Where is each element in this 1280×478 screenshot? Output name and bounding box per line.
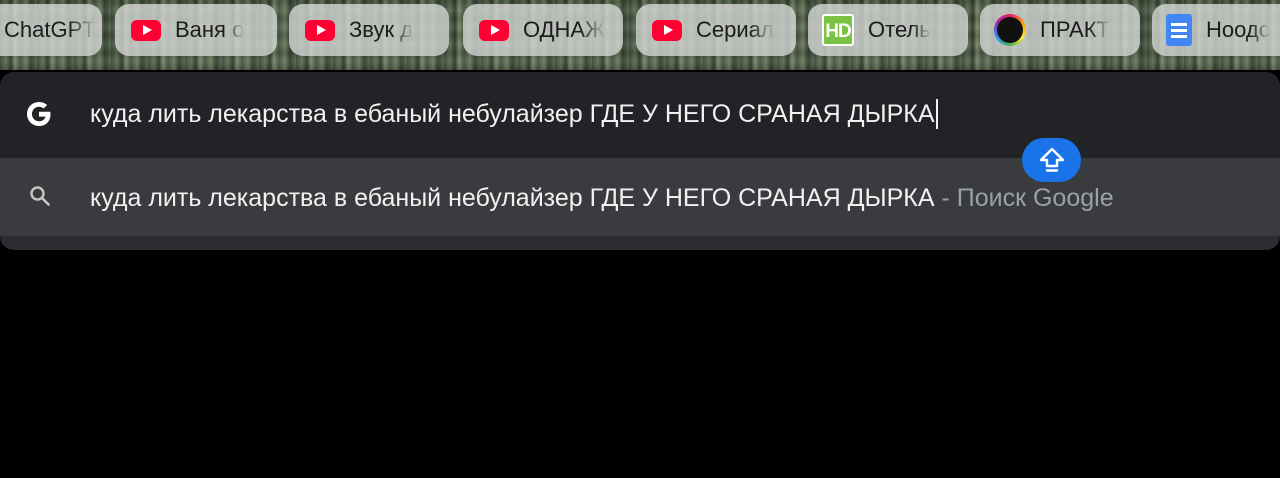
omnibox-input-row[interactable]: куда лить лекарства в ебаный небулайзер … [0,72,1280,159]
omnibox-input-value: куда лить лекарства в ебаный небулайзер … [90,100,935,128]
bookmark-praktika[interactable]: ПРАКТ [980,4,1140,56]
suggestion-query: куда лить лекарства в ебаный небулайзер … [90,184,935,212]
bookmark-label: Ваня о [175,17,245,42]
suggestion-text: куда лить лекарства в ебаный небулайзер … [90,183,1114,213]
creative-icon [994,14,1026,46]
youtube-icon [652,19,682,41]
youtube-icon [479,19,509,41]
google-docs-icon [1166,14,1192,46]
caps-lock-indicator [1022,138,1081,182]
suggestion-separator: - [934,184,957,212]
bookmark-label: ПРАКТ [1040,17,1110,42]
suggestion-hint: Поиск Google [956,184,1114,212]
youtube-icon [305,19,335,41]
bookmark-youtube-1[interactable]: Ваня о [115,4,277,56]
text-caret [935,99,938,129]
bookmark-docs[interactable]: Ноодс [1152,4,1280,56]
suggestion-item[interactable]: куда лить лекарства в ебаный небулайзер … [0,158,1280,236]
bookmark-label: Отель [868,17,931,42]
bookmark-label: Звук д [349,17,414,42]
google-g-icon [27,102,51,126]
shift-arrow-icon [1039,147,1064,172]
search-icon [30,186,50,206]
bookmark-youtube-3[interactable]: ОДНАЖ [463,4,623,56]
bookmark-youtube-2[interactable]: Звук д [289,4,449,56]
bookmark-chatgpt[interactable]: ChatGPT [0,4,102,56]
bookmarks-bar: ChatGPT Ваня о Звук д ОДНАЖ Сериал HD От… [0,0,1280,70]
omnibox-dropdown: куда лить лекарства в ебаный небулайзер … [0,72,1280,250]
hd-icon: HD [822,14,854,46]
omnibox-input[interactable]: куда лить лекарства в ебаный небулайзер … [90,99,938,129]
bookmark-label: ChatGPT [4,17,96,42]
bookmark-label: Ноодс [1206,17,1270,42]
bookmark-label: ОДНАЖ [523,17,606,42]
youtube-icon [131,19,161,41]
bookmark-youtube-4[interactable]: Сериал [636,4,796,56]
bookmark-hd[interactable]: HD Отель [808,4,968,56]
bookmark-label: Сериал [696,17,774,42]
